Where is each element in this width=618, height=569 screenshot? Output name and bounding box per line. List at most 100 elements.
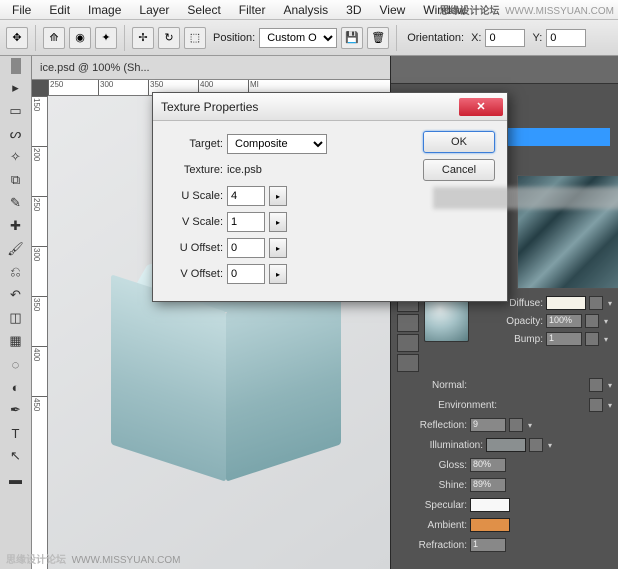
pen-tool-icon[interactable]: ✒ bbox=[4, 399, 28, 421]
menu-image[interactable]: Image bbox=[80, 1, 129, 19]
folder-icon[interactable] bbox=[585, 314, 599, 328]
ok-button[interactable]: OK bbox=[423, 131, 495, 153]
refraction-label: Refraction: bbox=[397, 540, 467, 551]
marquee-tool-icon[interactable]: ▭ bbox=[4, 100, 28, 122]
x-label: X: bbox=[471, 32, 481, 44]
scale-icon[interactable]: ⬚ bbox=[184, 27, 206, 49]
vscale-input[interactable] bbox=[227, 212, 265, 232]
close-button[interactable]: ✕ bbox=[459, 98, 503, 116]
move-icon[interactable]: ✢ bbox=[132, 27, 154, 49]
ambient-swatch[interactable] bbox=[470, 518, 510, 532]
illumination-label: Illumination: bbox=[397, 440, 483, 451]
shape-tool-icon[interactable]: ▬ bbox=[4, 468, 28, 490]
folder-icon[interactable] bbox=[589, 378, 603, 392]
chevron-down-icon[interactable]: ▾ bbox=[608, 401, 612, 410]
move-tool-icon[interactable]: ▸ bbox=[4, 77, 28, 99]
tool-preset-icon[interactable]: ✥ bbox=[6, 27, 28, 49]
voffset-stepper[interactable]: ▸ bbox=[269, 264, 287, 284]
uscale-stepper[interactable]: ▸ bbox=[269, 186, 287, 206]
home-icon[interactable]: ⟰ bbox=[43, 27, 65, 49]
dialog-titlebar[interactable]: Texture Properties ✕ bbox=[153, 93, 507, 121]
rotate-icon[interactable]: ↻ bbox=[158, 27, 180, 49]
menu-layer[interactable]: Layer bbox=[131, 1, 177, 19]
uoffset-label: U Offset: bbox=[167, 242, 223, 254]
menu-edit[interactable]: Edit bbox=[41, 1, 78, 19]
opacity-value[interactable]: 100% bbox=[546, 314, 582, 328]
reflection-label: Reflection: bbox=[397, 420, 467, 431]
diffuse-swatch[interactable] bbox=[546, 296, 586, 310]
document-tab[interactable]: ice.psd @ 100% (Sh... bbox=[32, 56, 390, 80]
position-label: Position: bbox=[213, 32, 255, 44]
reflection-value[interactable]: 9 bbox=[470, 418, 506, 432]
chevron-down-icon[interactable]: ▾ bbox=[548, 441, 552, 450]
dialog-title: Texture Properties bbox=[161, 100, 459, 114]
save-icon[interactable]: 💾 bbox=[341, 27, 363, 49]
orientation-x-input[interactable] bbox=[485, 29, 525, 47]
menu-file[interactable]: File bbox=[4, 1, 39, 19]
light-icon[interactable]: ✦ bbox=[95, 27, 117, 49]
uoffset-input[interactable] bbox=[227, 238, 265, 258]
crop-tool-icon[interactable]: ⧉ bbox=[4, 169, 28, 191]
voffset-label: V Offset: bbox=[167, 268, 223, 280]
position-select[interactable]: Custom Ob... bbox=[259, 28, 337, 48]
y-label: Y: bbox=[532, 32, 542, 44]
toolbox: ▸ ▭ ᔕ ✧ ⧉ ✎ ✚ 🖌 ⎌ ↶ ◫ ▦ ◌ ◐ ✒ T ↖ ▬ bbox=[0, 56, 32, 569]
sphere-icon[interactable]: ◉ bbox=[69, 27, 91, 49]
material-mode-icon[interactable] bbox=[397, 314, 419, 332]
refraction-value[interactable]: 1 bbox=[470, 538, 506, 552]
shine-value[interactable]: 89% bbox=[470, 478, 506, 492]
folder-icon[interactable] bbox=[589, 296, 603, 310]
ambient-label: Ambient: bbox=[397, 520, 467, 531]
illumination-swatch[interactable] bbox=[486, 438, 526, 452]
orientation-y-input[interactable] bbox=[546, 29, 586, 47]
chevron-down-icon[interactable]: ▾ bbox=[604, 317, 608, 326]
eyedropper-tool-icon[interactable]: ✎ bbox=[4, 192, 28, 214]
history-tool-icon[interactable]: ↶ bbox=[4, 284, 28, 306]
shine-label: Shine: bbox=[397, 480, 467, 491]
gradient-tool-icon[interactable]: ▦ bbox=[4, 330, 28, 352]
specular-swatch[interactable] bbox=[470, 498, 510, 512]
folder-icon[interactable] bbox=[529, 438, 543, 452]
stamp-tool-icon[interactable]: ⎌ bbox=[4, 261, 28, 283]
folder-icon[interactable] bbox=[509, 418, 523, 432]
material-mode-icon[interactable] bbox=[397, 354, 419, 372]
texture-properties-dialog: Texture Properties ✕ Target: Composite T… bbox=[152, 92, 508, 302]
cancel-button[interactable]: Cancel bbox=[423, 159, 495, 181]
toolbox-handle[interactable] bbox=[11, 58, 21, 74]
chevron-down-icon[interactable]: ▾ bbox=[608, 299, 612, 308]
gloss-value[interactable]: 80% bbox=[470, 458, 506, 472]
blur-tool-icon[interactable]: ◌ bbox=[4, 353, 28, 375]
type-tool-icon[interactable]: T bbox=[4, 422, 28, 444]
trash-icon[interactable]: 🗑 bbox=[367, 27, 389, 49]
panel-tabs[interactable] bbox=[391, 56, 618, 84]
wand-tool-icon[interactable]: ✧ bbox=[4, 146, 28, 168]
bump-value[interactable]: 1 bbox=[546, 332, 582, 346]
separator bbox=[396, 25, 397, 51]
path-tool-icon[interactable]: ↖ bbox=[4, 445, 28, 467]
heal-tool-icon[interactable]: ✚ bbox=[4, 215, 28, 237]
chevron-down-icon[interactable]: ▾ bbox=[528, 421, 532, 430]
chevron-down-icon[interactable]: ▾ bbox=[604, 335, 608, 344]
target-select[interactable]: Composite bbox=[227, 134, 327, 154]
vscale-label: V Scale: bbox=[167, 216, 223, 228]
uoffset-stepper[interactable]: ▸ bbox=[269, 238, 287, 258]
vscale-stepper[interactable]: ▸ bbox=[269, 212, 287, 232]
ruler-vertical: 150200250300350400450 bbox=[32, 96, 48, 569]
folder-icon[interactable] bbox=[589, 398, 603, 412]
folder-icon[interactable] bbox=[585, 332, 599, 346]
menu-3d[interactable]: 3D bbox=[338, 1, 369, 19]
voffset-input[interactable] bbox=[227, 264, 265, 284]
options-bar: ✥ ⟰ ◉ ✦ ✢ ↻ ⬚ Position: Custom Ob... 💾 🗑… bbox=[0, 20, 618, 56]
uscale-input[interactable] bbox=[227, 186, 265, 206]
material-mode-icon[interactable] bbox=[397, 334, 419, 352]
menu-view[interactable]: View bbox=[371, 1, 413, 19]
menu-select[interactable]: Select bbox=[179, 1, 228, 19]
brush-tool-icon[interactable]: 🖌 bbox=[4, 238, 28, 260]
chevron-down-icon[interactable]: ▾ bbox=[608, 381, 612, 390]
dodge-tool-icon[interactable]: ◐ bbox=[4, 376, 28, 398]
eraser-tool-icon[interactable]: ◫ bbox=[4, 307, 28, 329]
menu-filter[interactable]: Filter bbox=[231, 1, 274, 19]
material-panel: Diffuse:▾ Opacity:100%▾ Bump:1▾ Normal:▾… bbox=[391, 290, 618, 558]
menu-analysis[interactable]: Analysis bbox=[275, 1, 336, 19]
lasso-tool-icon[interactable]: ᔕ bbox=[4, 123, 28, 145]
